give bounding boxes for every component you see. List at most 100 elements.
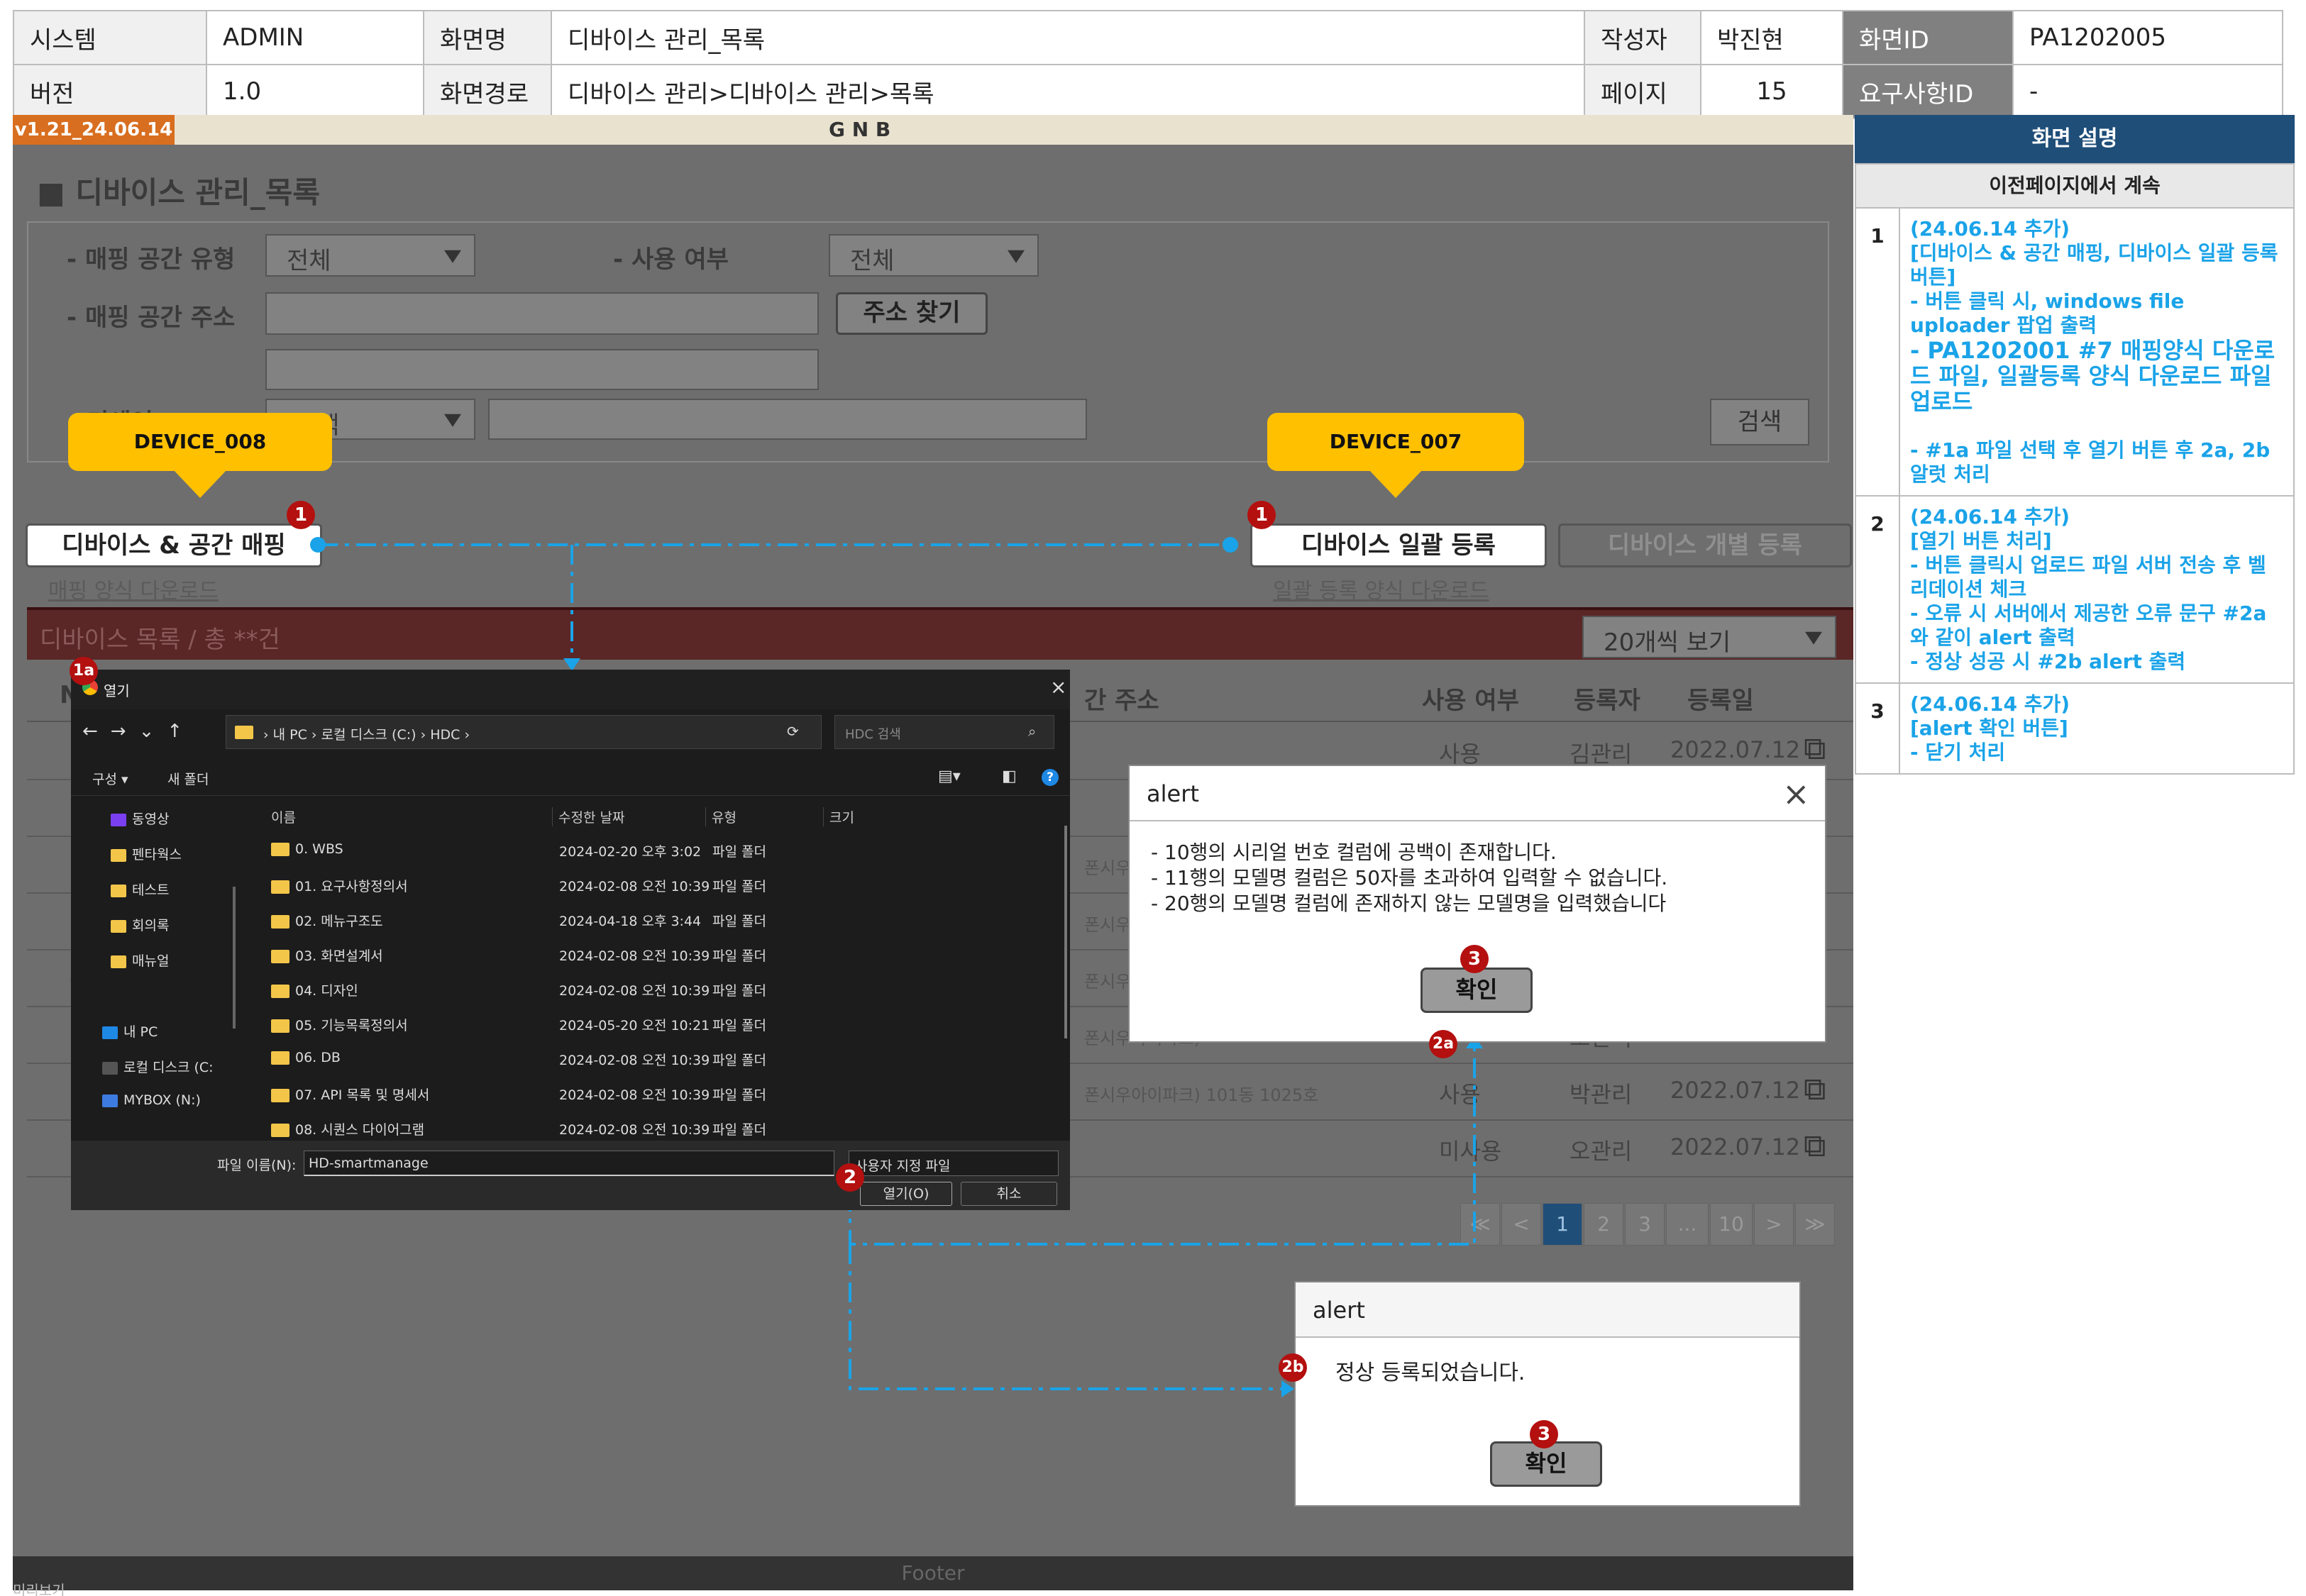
- sidebar-divider: [233, 887, 236, 1029]
- description-panel: 화면 설명 이전페이지에서 계속 1 (24.06.14 추가) [디바이스 & 공…: [1855, 115, 2295, 775]
- alert-title: alert: [1130, 766, 1825, 821]
- file-row[interactable]: 06. DB 2024-02-08 오전 10:39 파일 폴더: [270, 1044, 1050, 1073]
- folder-icon: [271, 950, 289, 963]
- file-name: 07. API 목록 및 명세서: [295, 1087, 430, 1103]
- search-icon: ⌕: [1028, 723, 1037, 740]
- folder-icon: [102, 1094, 118, 1107]
- success-alert: alert 정상 등록되었습니다. 확인: [1294, 1281, 1801, 1507]
- folder-icon: [271, 1089, 289, 1102]
- sidebar-item[interactable]: MYBOX (N:): [102, 1092, 201, 1116]
- file-name: 03. 화면설계서: [295, 948, 383, 964]
- close-icon[interactable]: ×: [1782, 775, 1810, 813]
- panel-item-number: 2: [1856, 497, 1899, 682]
- view-icon[interactable]: ▤▾: [938, 767, 961, 785]
- sidebar-item[interactable]: 동영상: [111, 809, 169, 833]
- cancel-button[interactable]: 취소: [961, 1182, 1057, 1206]
- step-badge: 3: [1460, 945, 1489, 973]
- file-name: 05. 기능목록정의서: [295, 1018, 408, 1033]
- folder-icon: [271, 880, 289, 894]
- help-icon[interactable]: ?: [1042, 769, 1059, 786]
- sidebar-item[interactable]: 내 PC: [102, 1021, 158, 1046]
- dialog-title: 열기: [104, 682, 130, 699]
- file-row[interactable]: 05. 기능목록정의서 2024-05-20 오전 10:21 파일 폴더: [270, 1009, 1050, 1038]
- file-name: 08. 시퀀스 다이어그램: [295, 1122, 425, 1138]
- scrollbar[interactable]: [1064, 826, 1067, 1038]
- file-type: 파일 폴더: [712, 1087, 766, 1103]
- folder-icon: [111, 848, 126, 862]
- step-badge: 2: [836, 1163, 864, 1192]
- file-name: 0. WBS: [295, 841, 343, 857]
- file-type: 파일 폴더: [712, 914, 766, 929]
- folder-icon: [271, 1019, 289, 1033]
- sidebar-item[interactable]: 회의록: [111, 915, 169, 939]
- file-name: 06. DB: [295, 1050, 341, 1065]
- nav-arrows[interactable]: ←→⌄↑: [82, 721, 195, 742]
- dialog-titlebar: 열기 ×: [71, 670, 1070, 709]
- file-type: 파일 폴더: [712, 844, 766, 860]
- filename-input[interactable]: HD-smartmanage: [304, 1151, 834, 1176]
- folder-icon: [271, 1051, 289, 1065]
- sidebar-item[interactable]: 로컬 디스크 (C:: [102, 1057, 214, 1081]
- close-icon[interactable]: ×: [1050, 675, 1066, 699]
- dialog-sidebar: 동영상 펜타웍스 테스트 회의록 매뉴얼 내 PC 로컬 디스크 (C: MYBOX (N:): [71, 802, 241, 1108]
- organize-button[interactable]: 구성 ▾: [92, 769, 128, 788]
- sidebar-item[interactable]: 펜타웍스: [111, 844, 182, 868]
- panel-item: 3 (24.06.14 추가) [alert 확인 버튼] - 닫기 처리: [1855, 684, 2295, 775]
- step-badge: 2b: [1279, 1353, 1307, 1382]
- sidebar-item[interactable]: 매뉴얼: [111, 951, 169, 975]
- address-bar[interactable]: › 내 PC › 로컬 디스크 (C:) › HDC › ⟳: [226, 715, 822, 749]
- folder-icon: [271, 843, 289, 856]
- file-date: 2024-02-08 오전 10:39: [559, 948, 710, 964]
- path-pc: › 내 PC › 로컬 디스크 (C:) › HDC ›: [263, 727, 470, 743]
- folder-icon: [111, 813, 126, 826]
- file-row[interactable]: 02. 메뉴구조도 2024-04-18 오후 3:44 파일 폴더: [270, 905, 1050, 933]
- file-row[interactable]: 0. WBS 2024-02-20 오후 3:02 파일 폴더: [270, 836, 1050, 864]
- file-date: 2024-02-08 오전 10:39: [559, 1053, 710, 1068]
- folder-icon: [111, 955, 126, 968]
- file-date: 2024-05-20 오전 10:21: [559, 1018, 710, 1033]
- filename-label: 파일 이름(N):: [217, 1158, 297, 1173]
- connector-dot: [1223, 537, 1238, 553]
- alert-message: 정상 등록되었습니다.: [1335, 1361, 1526, 1385]
- step-badge: 2a: [1429, 1030, 1457, 1058]
- connector-dot: [310, 537, 326, 553]
- file-name: 02. 메뉴구조도: [295, 914, 383, 929]
- file-row[interactable]: 07. API 목록 및 명세서 2024-02-08 오전 10:39 파일 폴더: [270, 1079, 1050, 1107]
- file-row[interactable]: 01. 요구사항정의서 2024-02-08 오전 10:39 파일 폴더: [270, 870, 1050, 899]
- file-name: 04. 디자인: [295, 983, 358, 999]
- panel-subtitle: 이전페이지에서 계속: [1855, 163, 2295, 209]
- step-badge: 1: [287, 501, 315, 529]
- folder-icon: [271, 985, 289, 998]
- file-type-select[interactable]: 사용자 지정 파일: [849, 1151, 1059, 1176]
- file-open-dialog: 열기 × ←→⌄↑ › 내 PC › 로컬 디스크 (C:) › HDC › ⟳…: [71, 670, 1070, 1210]
- file-type: 파일 폴더: [712, 1018, 766, 1033]
- step-badge: 3: [1530, 1420, 1558, 1448]
- file-date: 2024-02-08 오전 10:39: [559, 983, 710, 999]
- file-date: 2024-02-08 오전 10:39: [559, 1087, 710, 1103]
- sidebar-item[interactable]: 테스트: [111, 880, 169, 904]
- alert-message: - 10행의 시리얼 번호 컬럼에 공백이 존재합니다. - 11행의 모델명 …: [1151, 841, 1668, 915]
- dialog-toolbar: 구성 ▾ 새 폴더 ▤▾ ◧ ?: [71, 759, 1070, 796]
- confirm-button[interactable]: 확인: [1420, 968, 1533, 1013]
- panel-items: 1 (24.06.14 추가) [디바이스 & 공간 매핑, 디바이스 일괄 등록 …: [1855, 209, 2295, 775]
- preview-pane-icon[interactable]: ◧: [1002, 767, 1017, 785]
- file-type: 파일 폴더: [712, 948, 766, 964]
- file-row[interactable]: 04. 디자인 2024-02-08 오전 10:39 파일 폴더: [270, 975, 1050, 1003]
- file-date: 2024-02-08 오전 10:39: [559, 1122, 710, 1138]
- panel-item-text: (24.06.14 추가) [alert 확인 버튼] - 닫기 처리: [1899, 684, 2293, 773]
- folder-icon: [111, 919, 126, 933]
- folder-icon: [271, 1124, 289, 1137]
- file-row[interactable]: 03. 화면설계서 2024-02-08 오전 10:39 파일 폴더: [270, 940, 1050, 968]
- folder-icon: [102, 1061, 118, 1075]
- panel-item-number: 1: [1856, 209, 1899, 495]
- folder-icon: [111, 884, 126, 897]
- open-button[interactable]: 열기(O): [860, 1182, 952, 1206]
- file-list-header: 이름 수정한 날짜 유형 크기: [241, 802, 1057, 830]
- dialog-search-input[interactable]: HDC 검색 ⌕: [834, 715, 1054, 749]
- refresh-icon[interactable]: ⟳: [787, 723, 799, 740]
- new-folder-button[interactable]: 새 폴더: [167, 769, 209, 788]
- step-badge: 1: [1247, 501, 1276, 529]
- alert-title: alert: [1296, 1282, 1799, 1338]
- panel-item-text: (24.06.14 추가) [디바이스 & 공간 매핑, 디바이스 일괄 등록 버…: [1899, 209, 2293, 495]
- file-row[interactable]: 08. 시퀀스 다이어그램 2024-02-08 오전 10:39 파일 폴더: [270, 1114, 1050, 1142]
